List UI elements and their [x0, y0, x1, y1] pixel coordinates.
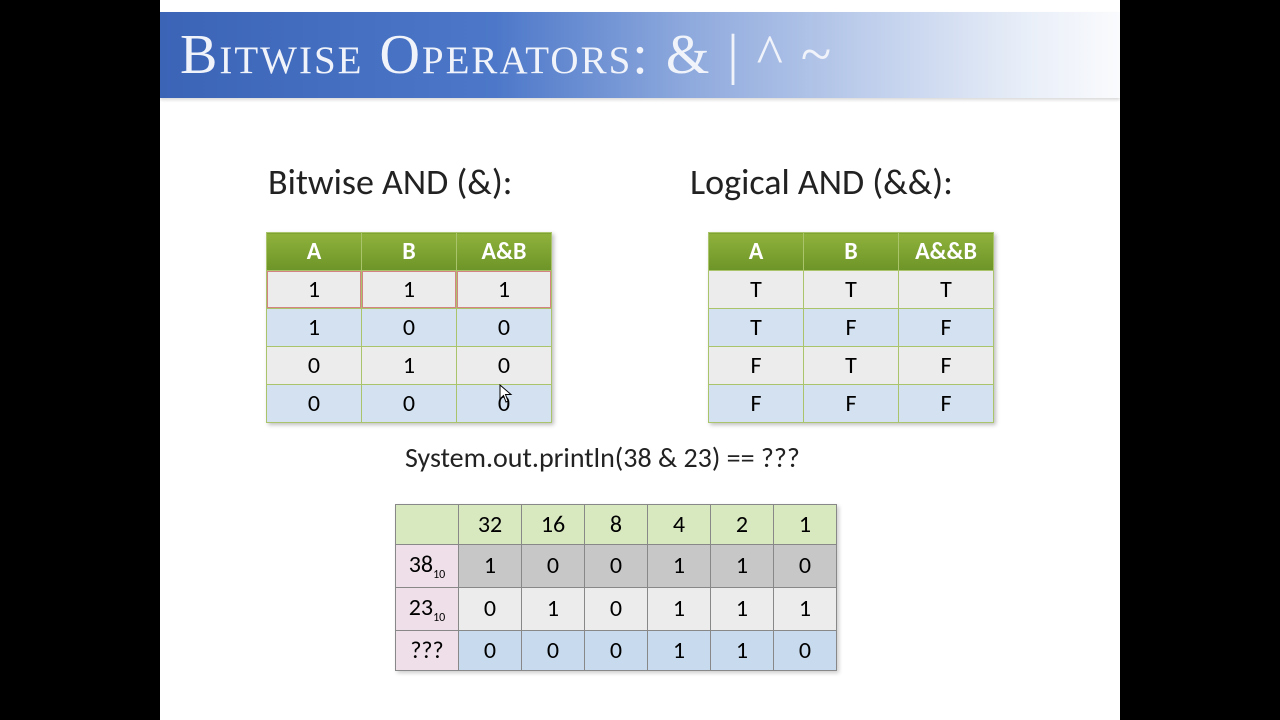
- logical-section-title: Logical AND (&&):: [690, 160, 953, 204]
- slide-header: Bitwise Operators: & | ^ ~: [160, 12, 1120, 98]
- col-header: A&&B: [899, 233, 994, 271]
- place-value-row: 32 16 8 4 2 1: [396, 505, 837, 545]
- empty-corner: [396, 505, 459, 545]
- table-row: F F F: [709, 385, 994, 423]
- table-row: T T T: [709, 271, 994, 309]
- col-header: A: [267, 233, 362, 271]
- bitwise-truth-table: A B A&B 1 1 1 1 0 0 0 1 0 0 0 0: [266, 232, 552, 423]
- col-header: A&B: [457, 233, 552, 271]
- table-row: F T F: [709, 347, 994, 385]
- col-header: B: [362, 233, 457, 271]
- col-header: B: [804, 233, 899, 271]
- row-label: 3810: [396, 545, 459, 588]
- table-row: 1 0 0: [267, 309, 552, 347]
- operand-row: 2310 0 1 0 1 1 1: [396, 587, 837, 630]
- row-label: ???: [396, 630, 459, 670]
- table-row: 1 1 1: [267, 271, 552, 309]
- table-row: T F F: [709, 309, 994, 347]
- table-row: 0 0 0: [267, 385, 552, 423]
- result-row: ??? 0 0 0 1 1 0: [396, 630, 837, 670]
- bitwise-section-title: Bitwise AND (&):: [268, 160, 512, 204]
- logical-truth-table: A B A&&B T T T T F F F T F F F F: [708, 232, 994, 423]
- binary-calculation-table: 32 16 8 4 2 1 3810 1 0 0 1 1 0 2310 0 1 …: [395, 504, 837, 671]
- table-row: 0 1 0: [267, 347, 552, 385]
- col-header: A: [709, 233, 804, 271]
- slide: Bitwise Operators: & | ^ ~ Bitwise AND (…: [160, 0, 1120, 720]
- header-title: Bitwise Operators: & | ^ ~: [180, 23, 833, 87]
- operand-row: 3810 1 0 0 1 1 0: [396, 545, 837, 588]
- code-example: System.out.println(38 & 23) == ???: [405, 440, 800, 475]
- row-label: 2310: [396, 587, 459, 630]
